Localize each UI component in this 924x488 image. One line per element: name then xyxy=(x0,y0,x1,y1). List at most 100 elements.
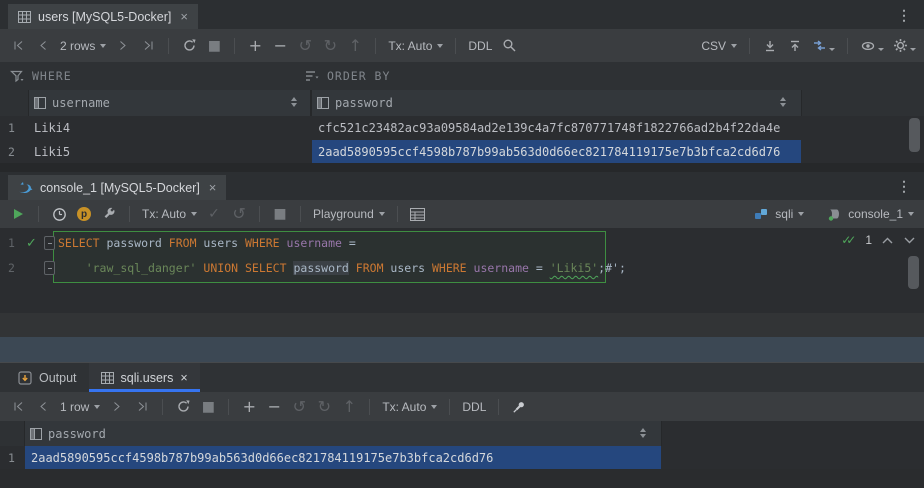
parameters-badge[interactable]: p xyxy=(76,204,92,224)
history-clock-icon[interactable] xyxy=(51,204,67,224)
page-size-dropdown[interactable]: 1 row xyxy=(60,400,100,414)
tx-mode-dropdown[interactable]: Tx: Auto xyxy=(382,400,437,414)
kebab-menu-icon[interactable]: ⋮ xyxy=(884,179,924,193)
next-page-button[interactable] xyxy=(115,36,131,56)
refresh-icon[interactable] xyxy=(175,397,191,417)
redo-icon[interactable]: ↻ xyxy=(322,36,338,56)
sort-toggle-icon[interactable] xyxy=(640,428,646,438)
export-download-icon[interactable] xyxy=(762,36,778,56)
redo-icon[interactable]: ↻ xyxy=(316,397,332,417)
header-corner-cell[interactable] xyxy=(0,90,28,116)
chevron-up-icon[interactable] xyxy=(881,236,894,245)
cell-password-selected[interactable]: 2aad5890595ccf4598b787b99ab563d0d66ec821… xyxy=(25,446,661,469)
sort-toggle-icon[interactable] xyxy=(780,97,786,107)
header-filler xyxy=(802,90,924,116)
stop-icon[interactable]: ■ xyxy=(272,204,288,224)
fold-marker-icon[interactable] xyxy=(44,236,55,250)
in-editor-results-icon[interactable] xyxy=(410,204,426,224)
session-dropdown[interactable]: console_1 xyxy=(827,207,914,221)
delete-row-button[interactable]: − xyxy=(266,397,282,417)
toolbar-separator xyxy=(749,38,750,54)
code-token xyxy=(58,261,86,275)
column-header-label: username xyxy=(52,96,110,110)
top-grid-header: username password xyxy=(0,90,924,116)
export-format-dropdown[interactable]: CSV xyxy=(701,39,737,53)
playground-dropdown[interactable]: Playground xyxy=(313,207,385,221)
chevron-down-icon xyxy=(731,44,737,48)
tab-output[interactable]: Output xyxy=(6,363,89,392)
last-page-button[interactable] xyxy=(140,36,156,56)
close-icon[interactable]: × xyxy=(180,9,188,24)
prev-page-button[interactable] xyxy=(35,397,51,417)
stop-icon[interactable]: ■ xyxy=(206,36,222,56)
tx-mode-dropdown[interactable]: Tx: Auto xyxy=(142,207,197,221)
code-token xyxy=(467,261,474,275)
import-upload-icon[interactable] xyxy=(787,36,803,56)
rollback-icon[interactable]: ↺ xyxy=(231,204,247,224)
table-row[interactable]: 2 Liki5 2aad5890595ccf4598b787b99ab563d0… xyxy=(0,140,924,163)
code-token: username xyxy=(474,261,529,275)
tab-sqli-users-result[interactable]: sqli.users × xyxy=(89,363,200,392)
run-button[interactable] xyxy=(10,204,26,224)
table-icon xyxy=(101,372,114,384)
close-icon[interactable]: × xyxy=(209,180,217,195)
code-token: WHERE xyxy=(432,261,467,275)
tx-mode-dropdown[interactable]: Tx: Auto xyxy=(388,39,443,53)
first-page-button[interactable] xyxy=(10,397,26,417)
column-header-password[interactable]: password xyxy=(312,90,801,116)
pin-tab-icon[interactable] xyxy=(511,397,527,417)
sort-toggle-icon[interactable] xyxy=(291,97,297,107)
column-header-username[interactable]: username xyxy=(29,90,310,116)
settings-wrench-icon[interactable] xyxy=(101,204,117,224)
next-page-button[interactable] xyxy=(109,397,125,417)
mysql-dolphin-icon xyxy=(18,181,33,194)
sql-editor[interactable]: 1 2 ✓ SELECT password FROM users WHERE u… xyxy=(0,228,924,313)
table-row[interactable]: 1 Liki4 cfc521c23482ac93a09584ad2e139c4a… xyxy=(0,116,924,140)
order-by-field[interactable]: ORDER BY xyxy=(305,69,390,83)
table-row[interactable]: 1 2aad5890595ccf4598b787b99ab563d0d66ec8… xyxy=(0,446,924,469)
ddl-button[interactable]: DDL xyxy=(468,39,492,53)
page-size-dropdown[interactable]: 2 rows xyxy=(60,39,106,53)
submit-icon[interactable]: ↑ xyxy=(341,397,357,417)
last-page-button[interactable] xyxy=(134,397,150,417)
cell-password[interactable]: cfc521c23482ac93a09584ad2e139c4a7fc87077… xyxy=(312,116,801,140)
cell-username[interactable]: Liki4 xyxy=(29,116,310,140)
undo-icon[interactable]: ↺ xyxy=(297,36,313,56)
column-header-label: password xyxy=(335,96,393,110)
add-row-button[interactable]: + xyxy=(241,397,257,417)
commit-check-icon[interactable]: ✓ xyxy=(206,204,222,224)
refresh-icon[interactable] xyxy=(181,36,197,56)
undo-icon[interactable]: ↺ xyxy=(291,397,307,417)
play-icon xyxy=(14,209,23,219)
ddl-button[interactable]: DDL xyxy=(462,400,486,414)
submit-icon[interactable]: ↑ xyxy=(347,36,363,56)
stop-icon[interactable]: ■ xyxy=(200,397,216,417)
code-line: 'raw_sql_danger' UNION SELECT password F… xyxy=(58,256,626,281)
schema-dropdown[interactable]: sqli xyxy=(754,207,804,221)
grid-scrollbar-thumb[interactable] xyxy=(909,118,920,152)
first-page-button[interactable] xyxy=(10,36,26,56)
results-tab-bar: Output sqli.users × xyxy=(0,362,924,392)
tab-label: sqli.users xyxy=(121,371,174,385)
header-corner-cell[interactable] xyxy=(0,421,24,446)
delete-row-button[interactable]: − xyxy=(272,36,288,56)
where-filter-field[interactable]: WHERE xyxy=(0,69,305,83)
tab-console-1[interactable]: console_1 [MySQL5-Docker] × xyxy=(8,175,226,200)
close-icon[interactable]: × xyxy=(180,371,187,385)
kebab-menu-icon[interactable]: ⋮ xyxy=(884,8,924,22)
chevron-down-icon[interactable] xyxy=(903,236,916,245)
tab-users-table[interactable]: users [MySQL5-Docker] × xyxy=(8,4,198,29)
compare-data-icon[interactable] xyxy=(812,39,835,53)
cell-password-selected[interactable]: 2aad5890595ccf4598b787b99ab563d0d66ec821… xyxy=(312,140,801,163)
search-icon[interactable] xyxy=(501,36,517,56)
prev-page-button[interactable] xyxy=(35,36,51,56)
cell-username[interactable]: Liki5 xyxy=(29,140,310,163)
column-header-password[interactable]: password xyxy=(25,421,661,446)
view-options-eye-icon[interactable] xyxy=(860,39,884,53)
settings-gear-icon[interactable] xyxy=(893,38,916,53)
header-filler xyxy=(662,421,924,446)
add-row-button[interactable]: + xyxy=(247,36,263,56)
editor-scrollbar-thumb[interactable] xyxy=(908,256,919,289)
schema-label: sqli xyxy=(775,207,793,221)
fold-marker-icon[interactable] xyxy=(44,261,55,275)
